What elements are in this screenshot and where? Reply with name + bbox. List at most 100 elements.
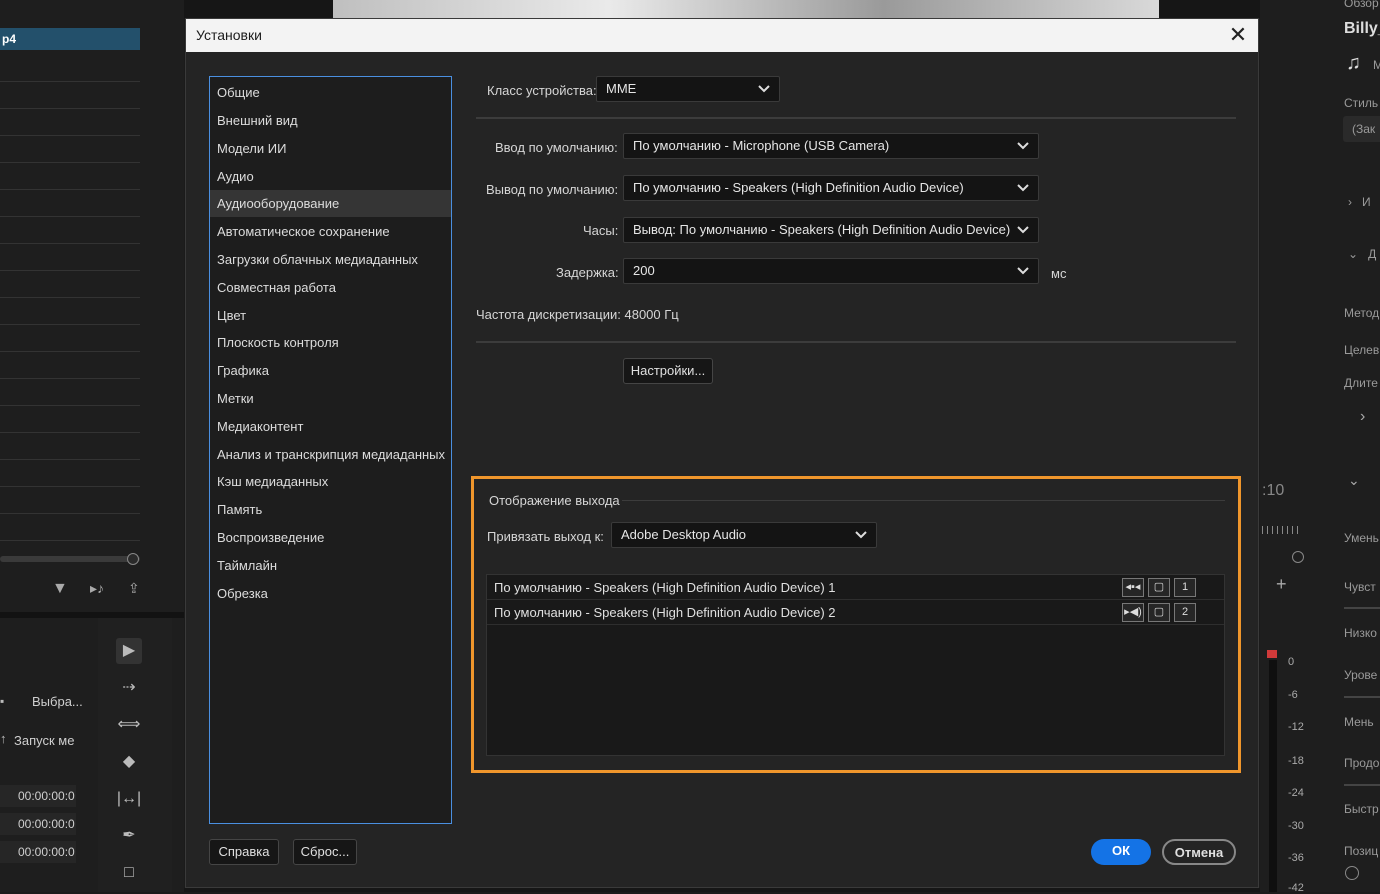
reset-button[interactable]: Сброс... <box>293 839 357 865</box>
ok-button[interactable]: ОК <box>1091 839 1151 865</box>
level-slider[interactable] <box>1344 696 1380 698</box>
output-channel-name: По умолчанию - Speakers (High Definition… <box>494 605 836 620</box>
chevron-right-icon[interactable]: › <box>1360 408 1365 426</box>
category-media-cache[interactable]: Кэш медиаданных <box>210 468 451 495</box>
device-class-dropdown[interactable]: MME <box>596 76 780 102</box>
timecode-right: :10 <box>1262 482 1285 499</box>
camera-icon: ▪ <box>0 694 5 708</box>
track-select-tool-icon[interactable]: ⇢ <box>116 675 142 701</box>
section-i-toggle[interactable]: › И <box>1348 195 1371 209</box>
channel-number-1[interactable]: 1 <box>1174 578 1196 597</box>
sensitivity-label: Чувст <box>1344 580 1376 594</box>
category-general[interactable]: Общие <box>210 79 451 106</box>
category-timeline[interactable]: Таймлайн <box>210 552 451 579</box>
default-output-label: Вывод по умолчанию: <box>486 182 619 197</box>
category-trim[interactable]: Обрезка <box>210 580 451 607</box>
settings-button[interactable]: Настройки... <box>623 358 713 384</box>
category-audio-hardware[interactable]: Аудиооборудование <box>210 190 451 217</box>
box-icon[interactable]: ▢ <box>1148 603 1170 622</box>
meter-tick-24: -24 <box>1288 787 1304 799</box>
level-label: Урове <box>1344 668 1378 682</box>
video-preview <box>333 0 1159 18</box>
project-item-selected[interactable]: p4 <box>0 28 140 50</box>
pen-tool-icon[interactable]: ✒ <box>116 823 142 849</box>
chevron-down-icon <box>1017 142 1029 150</box>
arrow-up-icon: ↑ <box>0 731 7 746</box>
channel-number-2[interactable]: 2 <box>1174 603 1196 622</box>
clip-name: Billy_ <box>1344 20 1380 37</box>
cancel-button[interactable]: Отмена <box>1162 839 1236 865</box>
output-channel-name: По умолчанию - Speakers (High Definition… <box>494 580 836 595</box>
chevron-down-icon <box>1017 267 1029 275</box>
dialog-titlebar[interactable]: Установки ✕ <box>186 19 1258 52</box>
section-d-toggle[interactable]: ⌄ Д <box>1348 247 1376 261</box>
less-label: Мень <box>1344 715 1374 729</box>
default-input-label: Ввод по умолчанию: <box>495 140 618 155</box>
chevron-down-icon[interactable]: ⌄ <box>1348 472 1360 489</box>
divider-middle <box>476 341 1236 343</box>
selection-tool-icon[interactable]: ▶ <box>116 638 142 664</box>
help-button[interactable]: Справка <box>209 839 279 865</box>
category-color[interactable]: Цвет <box>210 302 451 329</box>
close-icon[interactable]: ✕ <box>1224 21 1252 49</box>
clock-value: Вывод: По умолчанию - Speakers (High Def… <box>633 222 1011 237</box>
clock-dropdown[interactable]: Вывод: По умолчанию - Speakers (High Def… <box>623 217 1039 243</box>
divider-top <box>476 117 1236 119</box>
timecode-2[interactable]: 00:00:00:0 <box>0 813 76 835</box>
category-audio[interactable]: Аудио <box>210 163 451 190</box>
default-output-dropdown[interactable]: По умолчанию - Speakers (High Definition… <box>623 175 1039 201</box>
project-scrollbar[interactable] <box>0 556 140 562</box>
reduce-label: Умень <box>1344 531 1379 545</box>
category-list: Общие Внешний вид Модели ИИ Аудио Аудиоо… <box>209 76 452 824</box>
ripple-edit-tool-icon[interactable]: ⟺ <box>116 712 142 738</box>
meter-tick-18: -18 <box>1288 755 1304 767</box>
razor-tool-icon[interactable]: ◆ <box>116 749 142 775</box>
timeline-bottom <box>184 888 1260 892</box>
map-output-dropdown[interactable]: Adobe Desktop Audio <box>611 522 877 548</box>
position-radio[interactable] <box>1345 866 1359 880</box>
speaker-left-icon[interactable]: ◂▪◂ <box>1122 578 1144 597</box>
timecode-3[interactable]: 00:00:00:0 <box>0 841 76 863</box>
style-label: Стиль <box>1344 96 1379 110</box>
category-auto-save[interactable]: Автоматическое сохранение <box>210 218 451 245</box>
category-labels[interactable]: Метки <box>210 385 451 412</box>
category-media-analysis[interactable]: Анализ и транскрипция медиаданных <box>210 441 451 468</box>
speaker-right-icon[interactable]: ▸◀) <box>1122 603 1144 622</box>
meter-tick-36: -36 <box>1288 852 1304 864</box>
zoom-scroll-handle[interactable] <box>1292 551 1304 563</box>
box-icon[interactable]: ▢ <box>1148 578 1170 597</box>
chevron-down-icon <box>855 531 867 539</box>
left-label-select: Выбра... <box>32 694 83 709</box>
output-mapping-divider <box>622 500 1225 501</box>
category-media[interactable]: Медиаконтент <box>210 413 451 440</box>
duration-slider[interactable] <box>1344 784 1380 786</box>
filter-icon[interactable]: ▼ <box>52 580 68 598</box>
output-channel-row[interactable]: По умолчанию - Speakers (High Definition… <box>487 600 1224 625</box>
output-channel-row[interactable]: По умолчанию - Speakers (High Definition… <box>487 575 1224 600</box>
default-input-dropdown[interactable]: По умолчанию - Microphone (USB Camera) <box>623 133 1039 159</box>
chevron-down-icon <box>758 85 770 93</box>
category-playback[interactable]: Воспроизведение <box>210 524 451 551</box>
export-icon[interactable]: ⇪ <box>128 580 140 597</box>
category-collaboration[interactable]: Совместная работа <box>210 274 451 301</box>
sensitivity-slider[interactable] <box>1344 607 1380 609</box>
scroll-handle[interactable] <box>127 553 139 565</box>
category-memory[interactable]: Память <box>210 496 451 523</box>
rectangle-tool-icon[interactable]: □ <box>116 860 142 886</box>
automate-icon[interactable]: ▸♪ <box>90 580 104 597</box>
slip-tool-icon[interactable]: |↔| <box>116 786 142 812</box>
map-output-label: Привязать выход к: <box>487 529 604 544</box>
meter-tick-0: 0 <box>1288 656 1295 668</box>
timecode-1[interactable]: 00:00:00:0 <box>0 785 76 807</box>
category-appearance[interactable]: Внешний вид <box>210 107 451 134</box>
latency-dropdown[interactable]: 200 <box>623 258 1039 284</box>
add-icon[interactable]: + <box>1276 574 1287 595</box>
fast-label: Быстр <box>1344 802 1379 816</box>
output-mapping-title: Отображение выхода <box>489 493 620 508</box>
audio-meter <box>1269 660 1277 892</box>
category-control-surface[interactable]: Плоскость контроля <box>210 329 451 356</box>
meter-tick-12: -12 <box>1288 721 1304 733</box>
category-cloud-downloads[interactable]: Загрузки облачных медиаданных <box>210 246 451 273</box>
category-graphics[interactable]: Графика <box>210 357 451 384</box>
category-ai-models[interactable]: Модели ИИ <box>210 135 451 162</box>
